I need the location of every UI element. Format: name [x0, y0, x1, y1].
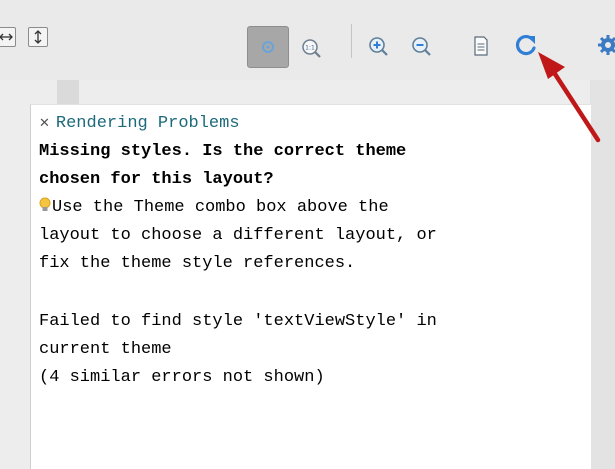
fit-height-icon [34, 30, 42, 44]
hint-text-line1: Use the Theme combo box above the [52, 198, 389, 217]
toolbar-separator [351, 24, 352, 58]
zoom-in-icon [369, 37, 388, 56]
hint-line2: layout to choose a different layout, or [39, 226, 437, 245]
close-icon[interactable]: ✕ [39, 116, 50, 131]
fit-width-icon [0, 33, 13, 41]
rendering-problems-panel: ✕ Rendering Problems Missing styles. Is t… [30, 104, 591, 469]
device-frame-right [590, 80, 615, 469]
zoom-out-icon [412, 37, 431, 56]
error-line2: current theme [39, 340, 172, 359]
settings-icon [598, 35, 615, 55]
layout-editor-toolbar: 1:1 [0, 0, 615, 80]
refresh-button[interactable] [510, 30, 542, 62]
zoom-actual-size-button[interactable]: 1:1 [297, 34, 325, 62]
page-icon [474, 36, 488, 56]
refresh-icon [515, 34, 536, 56]
zoom-actual-icon: 1:1 [302, 39, 321, 58]
zoom-to-fit-icon [262, 41, 274, 53]
error-line1: Failed to find style 'textViewStyle' in [39, 312, 437, 331]
lightbulb-icon [39, 197, 51, 213]
svg-text:1:1: 1:1 [305, 45, 315, 52]
fit-height-button[interactable] [28, 27, 48, 47]
error-line3: (4 similar errors not shown) [39, 368, 325, 387]
missing-styles-message-line1: Missing styles. Is the correct theme [39, 142, 407, 161]
panel-header: ✕ Rendering Problems [39, 113, 240, 135]
fit-width-button[interactable] [0, 27, 16, 47]
page-button[interactable] [470, 32, 492, 60]
hint-line1: Use the Theme combo box above the [39, 197, 389, 219]
zoom-in-button[interactable] [364, 32, 392, 60]
missing-styles-message-line2: chosen for this layout? [39, 170, 274, 189]
zoom-to-fit-button[interactable] [247, 26, 289, 68]
panel-title: Rendering Problems [55, 114, 240, 133]
settings-button[interactable] [596, 30, 615, 60]
hint-line3: fix the theme style references. [39, 254, 356, 273]
zoom-out-button[interactable] [407, 32, 435, 60]
